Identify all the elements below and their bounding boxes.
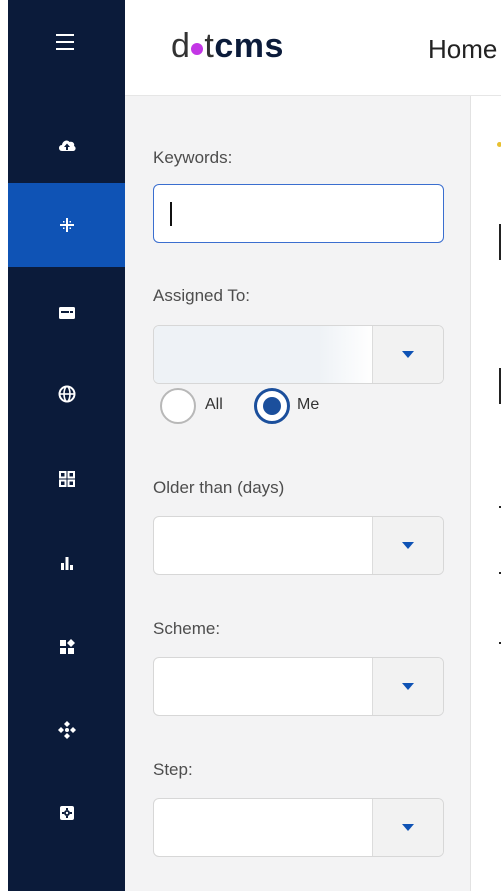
- sidebar: [8, 0, 125, 891]
- scheme-dropdown-toggle[interactable]: [372, 658, 443, 715]
- logo-text-t: t: [204, 27, 215, 65]
- breadcrumb-home[interactable]: Home: [428, 34, 497, 65]
- sidebar-item-analytics[interactable]: [8, 521, 125, 605]
- sidebar-item-apps[interactable]: [8, 437, 125, 521]
- assigned-to-value: [154, 326, 373, 383]
- sidebar-item-settings[interactable]: [8, 771, 125, 855]
- assigned-to-dropdown[interactable]: [153, 325, 444, 384]
- left-gutter: [0, 0, 8, 891]
- sidebar-item-plugins[interactable]: [8, 605, 125, 689]
- sidebar-item-site[interactable]: [8, 271, 125, 355]
- older-than-value: [154, 517, 373, 574]
- assigned-to-label: Assigned To:: [153, 286, 251, 305]
- assigned-to-dropdown-toggle[interactable]: [372, 326, 443, 383]
- keywords-input[interactable]: [153, 184, 444, 243]
- radio-all-label: All: [205, 396, 223, 413]
- window-icon: [58, 307, 75, 319]
- sidebar-item-workflow[interactable]: [8, 183, 125, 267]
- radio-me-label: Me: [297, 396, 320, 413]
- globe-icon: [58, 385, 75, 403]
- logo-text-d: d: [171, 27, 191, 65]
- logo-text-cms: cms: [214, 27, 284, 65]
- step-value: [154, 799, 373, 856]
- content-indicator: [497, 142, 501, 147]
- sidebar-item-languages[interactable]: [8, 352, 125, 436]
- sidebar-item-dev-tools[interactable]: [8, 688, 125, 772]
- hamburger-menu-icon[interactable]: [56, 34, 78, 52]
- scheme-label: Scheme:: [153, 619, 221, 638]
- older-than-dropdown[interactable]: [153, 516, 444, 575]
- apps-grid-icon: [58, 471, 75, 487]
- gear-box-icon: [59, 806, 74, 820]
- step-dropdown-toggle[interactable]: [372, 799, 443, 856]
- radio-me[interactable]: [254, 388, 290, 424]
- older-than-label: Older than (days): [153, 478, 285, 497]
- older-than-dropdown-toggle[interactable]: [372, 517, 443, 574]
- scheme-value: [154, 658, 373, 715]
- step-label: Step:: [153, 760, 193, 779]
- main-content-area: [471, 96, 501, 891]
- grid-dots-icon: [59, 218, 74, 232]
- chevron-down-icon: [402, 542, 414, 549]
- logo-dot: [191, 43, 204, 55]
- puzzle-icon: [59, 639, 75, 654]
- workflow-filter-panel: Keywords: Assigned To: All Me Older than…: [125, 96, 471, 891]
- top-bar: d tcms Home: [125, 0, 501, 96]
- keywords-label: Keywords:: [153, 148, 233, 167]
- chevron-down-icon: [402, 351, 414, 358]
- radio-me-dot: [263, 397, 281, 415]
- diamond-cluster-icon: [57, 721, 76, 739]
- dotcms-logo[interactable]: d tcms: [171, 26, 284, 66]
- sidebar-item-content[interactable]: [8, 104, 125, 188]
- cloud-upload-icon: [58, 140, 76, 151]
- radio-all[interactable]: [160, 388, 196, 424]
- bar-chart-icon: [60, 557, 73, 570]
- scheme-dropdown[interactable]: [153, 657, 444, 716]
- chevron-down-icon: [402, 683, 414, 690]
- text-caret: [170, 202, 172, 226]
- step-dropdown[interactable]: [153, 798, 444, 857]
- chevron-down-icon: [402, 824, 414, 831]
